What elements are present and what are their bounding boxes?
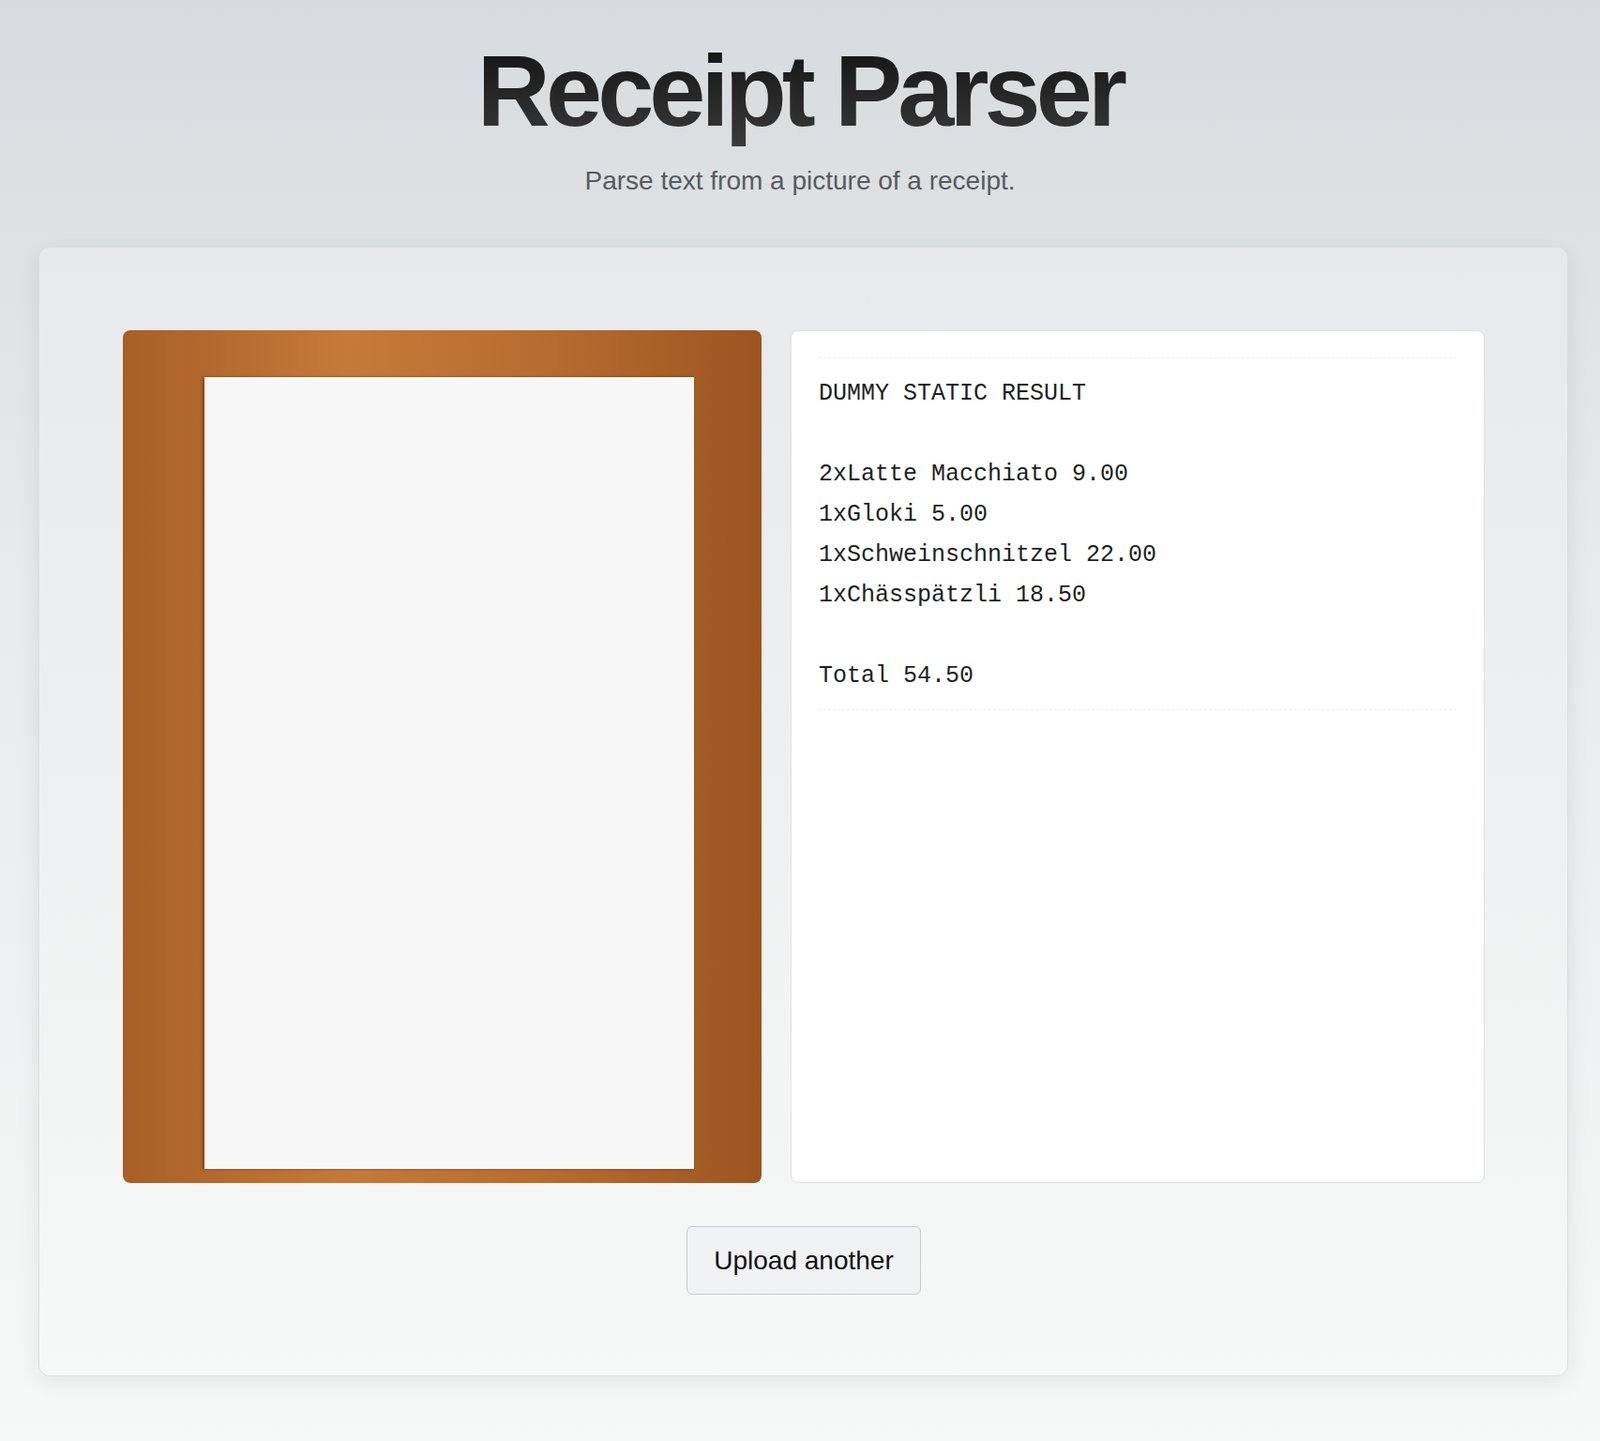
result-spacer (818, 615, 1457, 656)
result-total: Total 54.50 (818, 655, 1457, 696)
result-heading: DUMMY STATIC RESULT (818, 373, 1457, 414)
parser-panel: DUMMY STATIC RESULT 2xLatte Macchiato 9.0… (38, 246, 1569, 1376)
result-item: 1xSchweinschnitzel 22.00 (818, 534, 1457, 575)
result-bottom-rule (818, 709, 1457, 710)
receipt-paper (204, 377, 695, 1169)
result-spacer (818, 413, 1457, 454)
work-area: DUMMY STATIC RESULT 2xLatte Macchiato 9.0… (122, 330, 1485, 1183)
upload-another-button[interactable]: Upload another (686, 1225, 921, 1295)
result-item: 1xChässpätzli 18.50 (818, 574, 1457, 616)
result-top-rule (818, 357, 1457, 359)
actions: Upload another (122, 1225, 1485, 1295)
result-text: DUMMY STATIC RESULT 2xLatte Macchiato 9.0… (818, 358, 1457, 710)
page-title: Receipt Parser (0, 35, 1600, 148)
receipt-photo (122, 330, 762, 1183)
result-item: 1xGloki 5.00 (818, 494, 1457, 535)
result-item: 2xLatte Macchiato 9.00 (818, 453, 1457, 495)
result-panel: DUMMY STATIC RESULT 2xLatte Macchiato 9.0… (790, 330, 1485, 1183)
page-header: Receipt Parser Parse text from a picture … (0, 0, 1600, 198)
page-subtitle: Parse text from a picture of a receipt. (0, 164, 1600, 198)
